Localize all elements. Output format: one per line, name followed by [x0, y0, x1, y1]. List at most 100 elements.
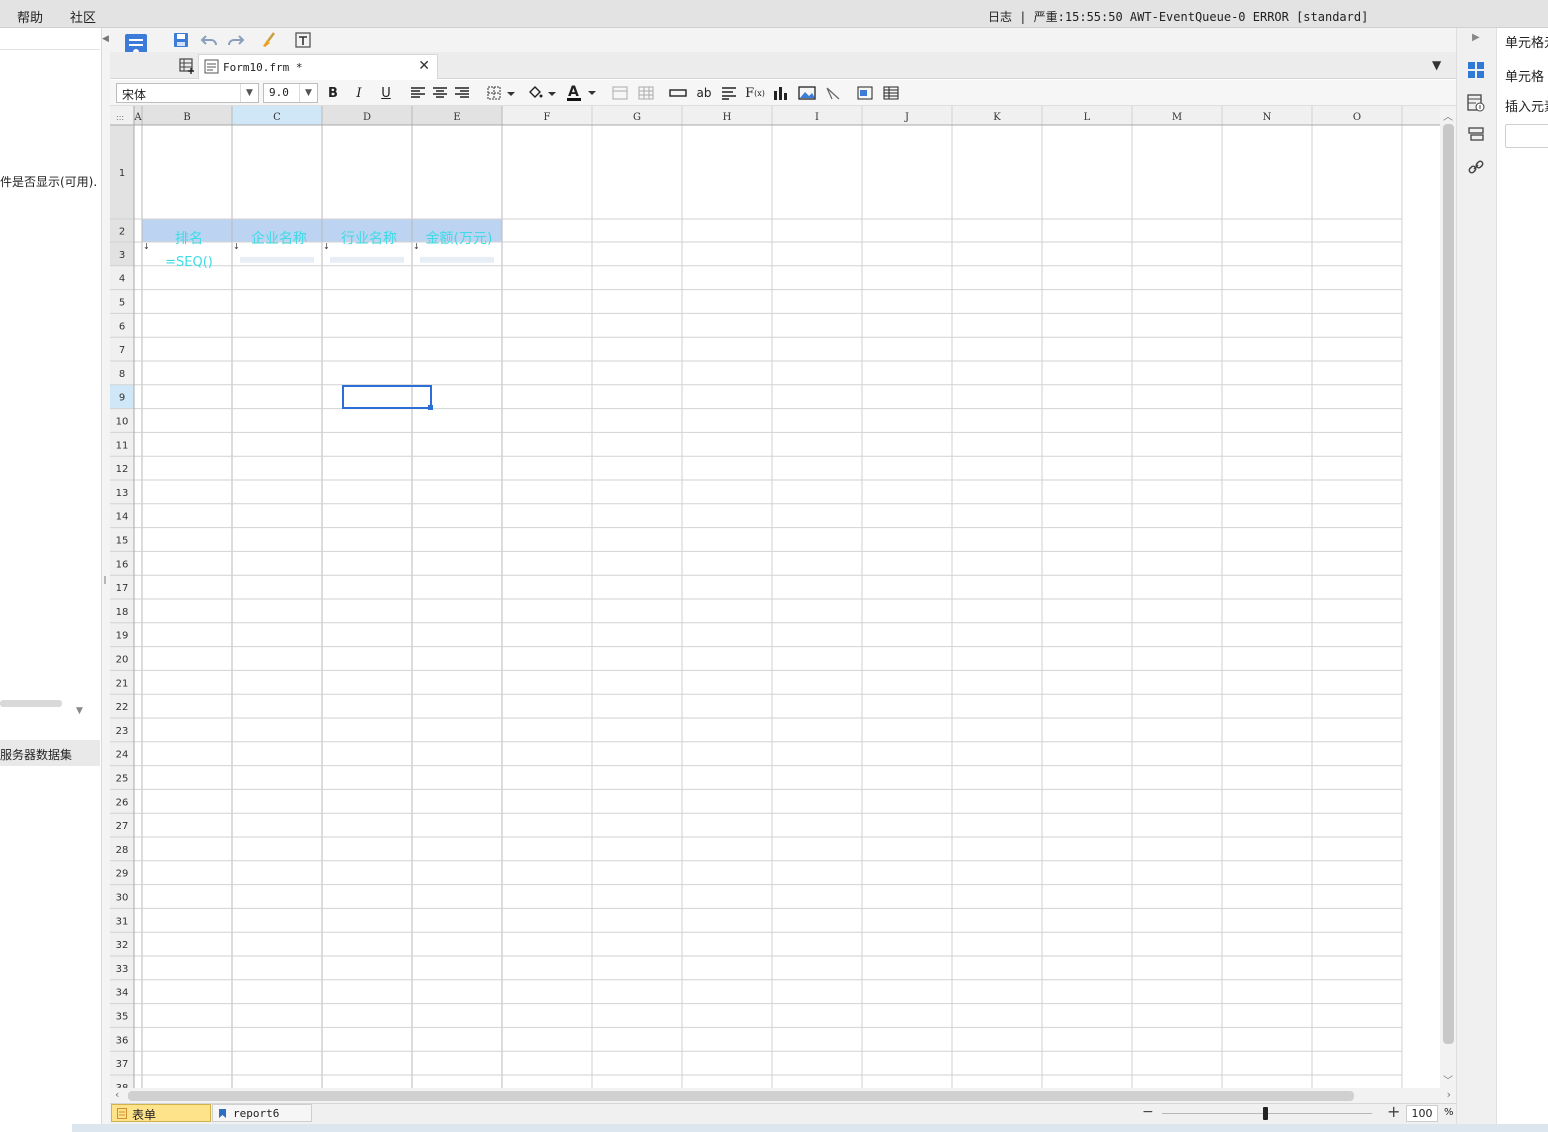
row-header-12[interactable]: 12 — [116, 464, 129, 475]
column-header-e[interactable]: E — [453, 112, 460, 123]
redo-icon[interactable] — [225, 29, 247, 51]
zoom-slider-thumb[interactable] — [1263, 1107, 1268, 1120]
row-header-20[interactable]: 20 — [116, 655, 129, 666]
row-header-9[interactable]: 9 — [119, 393, 125, 404]
row-header-6[interactable]: 6 — [119, 321, 125, 332]
chevron-down-icon[interactable]: ▼ — [76, 706, 83, 716]
fill-handle[interactable] — [428, 405, 433, 410]
insert-cell-icon[interactable] — [668, 83, 688, 103]
merge-cells-icon[interactable] — [610, 83, 630, 103]
column-header-f[interactable]: F — [544, 112, 551, 123]
sheet-tab-report6[interactable]: report6 — [212, 1104, 312, 1122]
row-header-4[interactable]: 4 — [119, 274, 125, 285]
column-header-m[interactable]: M — [1172, 112, 1182, 123]
column-header-a[interactable]: A — [133, 112, 142, 123]
insert-text-icon[interactable] — [292, 29, 314, 51]
column-header-o[interactable]: O — [1353, 112, 1361, 123]
row-header-37[interactable]: 37 — [116, 1059, 129, 1070]
row-header-26[interactable]: 26 — [116, 797, 129, 808]
row-header-33[interactable]: 33 — [116, 964, 129, 975]
row-header-16[interactable]: 16 — [116, 559, 129, 570]
grid-canvas[interactable]: ::: A B C D E F G H I J K L M N O1234567891011121314151… — [110, 106, 1440, 1088]
row-header-11[interactable]: 11 — [116, 440, 129, 451]
column-header-n[interactable]: N — [1263, 112, 1272, 123]
collapse-left-icon[interactable]: ◀ — [102, 34, 109, 44]
font-family-select[interactable]: 宋体 ▼ — [116, 83, 259, 103]
column-header-j[interactable]: J — [904, 112, 909, 123]
row-header-5[interactable]: 5 — [119, 298, 125, 309]
font-size-select[interactable]: 9.0 ▼ — [263, 83, 318, 103]
splitter-grip-icon[interactable]: ‖ — [103, 575, 107, 584]
row-header-23[interactable]: 23 — [116, 726, 129, 737]
header-cell-4[interactable]: 金额(万元) — [426, 231, 493, 247]
scroll-left-icon[interactable]: ‹ — [115, 1088, 119, 1101]
sheet-tab-form[interactable]: 表单 — [111, 1104, 211, 1122]
chart-icon[interactable] — [771, 83, 791, 103]
row-header-27[interactable]: 27 — [116, 821, 129, 832]
cell-attribute-icon[interactable] — [1466, 93, 1486, 113]
header-cell-2[interactable]: 企业名称 — [251, 230, 307, 247]
text-cell-icon[interactable]: ab — [694, 83, 714, 103]
widget-settings-icon[interactable] — [1466, 125, 1486, 145]
row-header-35[interactable]: 35 — [116, 1012, 129, 1023]
row-header-18[interactable]: 18 — [116, 607, 129, 618]
row-header-31[interactable]: 31 — [116, 916, 129, 927]
header-cell-1[interactable]: 排名 — [175, 231, 203, 247]
font-color-icon[interactable]: A — [564, 83, 598, 103]
scroll-up-icon[interactable]: ︿ — [1443, 108, 1453, 123]
row-header-8[interactable]: 8 — [119, 369, 125, 380]
column-header-d[interactable]: D — [363, 112, 371, 123]
vertical-scrollbar[interactable]: ︿ ﹀ — [1440, 106, 1456, 1088]
selected-cell[interactable] — [342, 385, 432, 409]
column-header-k[interactable]: K — [993, 112, 1001, 123]
bound-column-cell[interactable] — [420, 256, 494, 263]
bound-column-cell[interactable] — [330, 256, 404, 263]
row-header-1[interactable]: 1 — [119, 168, 125, 179]
slash-icon[interactable] — [823, 83, 843, 103]
menu-community[interactable]: 社区 — [70, 7, 96, 26]
insert-element-input[interactable] — [1505, 124, 1548, 148]
undo-icon[interactable] — [198, 29, 220, 51]
rich-text-icon[interactable] — [719, 83, 739, 103]
row-header-17[interactable]: 17 — [116, 583, 129, 594]
header-cell-3[interactable]: 行业名称 — [341, 231, 397, 247]
scroll-down-icon[interactable]: ﹀ — [1443, 1072, 1453, 1087]
column-header-c[interactable]: C — [273, 112, 281, 123]
column-header-l[interactable]: L — [1084, 112, 1091, 123]
row-header-22[interactable]: 22 — [116, 702, 129, 713]
row-header-28[interactable]: 28 — [116, 845, 129, 856]
column-header-h[interactable]: H — [723, 112, 732, 123]
row-header-3[interactable]: 3 — [119, 250, 125, 261]
cell-element-icon[interactable] — [1466, 60, 1486, 80]
server-dataset-tab[interactable]: 服务器数据集 — [0, 740, 100, 766]
add-report-icon[interactable] — [178, 57, 196, 75]
row-header-15[interactable]: 15 — [116, 536, 129, 547]
italic-icon[interactable]: I — [349, 83, 369, 103]
formula-cell[interactable]: =SEQ() — [165, 255, 213, 270]
zoom-value-field[interactable]: 100 — [1406, 1105, 1438, 1122]
tab-form10[interactable]: Form10.frm * ✕ — [198, 54, 438, 79]
split-cells-icon[interactable] — [636, 83, 656, 103]
row-header-24[interactable]: 24 — [116, 750, 129, 761]
menu-help[interactable]: 帮助 — [17, 7, 43, 26]
row-header-19[interactable]: 19 — [116, 631, 129, 642]
row-header-14[interactable]: 14 — [116, 512, 129, 523]
align-center-icon[interactable] — [430, 83, 450, 103]
row-header-10[interactable]: 10 — [116, 417, 129, 428]
scroll-right-icon[interactable]: › — [1447, 1088, 1451, 1101]
row-header-21[interactable]: 21 — [116, 678, 129, 689]
image-icon[interactable] — [797, 83, 817, 103]
sub-report-icon[interactable] — [881, 83, 901, 103]
row-header-32[interactable]: 32 — [116, 940, 129, 951]
link-icon[interactable] — [1466, 157, 1486, 177]
float-element-icon[interactable] — [855, 83, 875, 103]
column-header-i[interactable]: I — [815, 112, 819, 123]
zoom-out-button[interactable]: − — [1142, 1104, 1154, 1120]
align-right-icon[interactable] — [452, 83, 472, 103]
row-header-34[interactable]: 34 — [116, 988, 129, 999]
log-status-text[interactable]: 日志 | 严重:15:55:50 AWT-EventQueue-0 ERROR … — [988, 8, 1368, 25]
horizontal-scroll-thumb[interactable] — [128, 1091, 1354, 1101]
row-header-2[interactable]: 2 — [119, 227, 125, 238]
underline-icon[interactable]: U — [376, 83, 396, 103]
fill-color-icon[interactable] — [526, 83, 558, 103]
